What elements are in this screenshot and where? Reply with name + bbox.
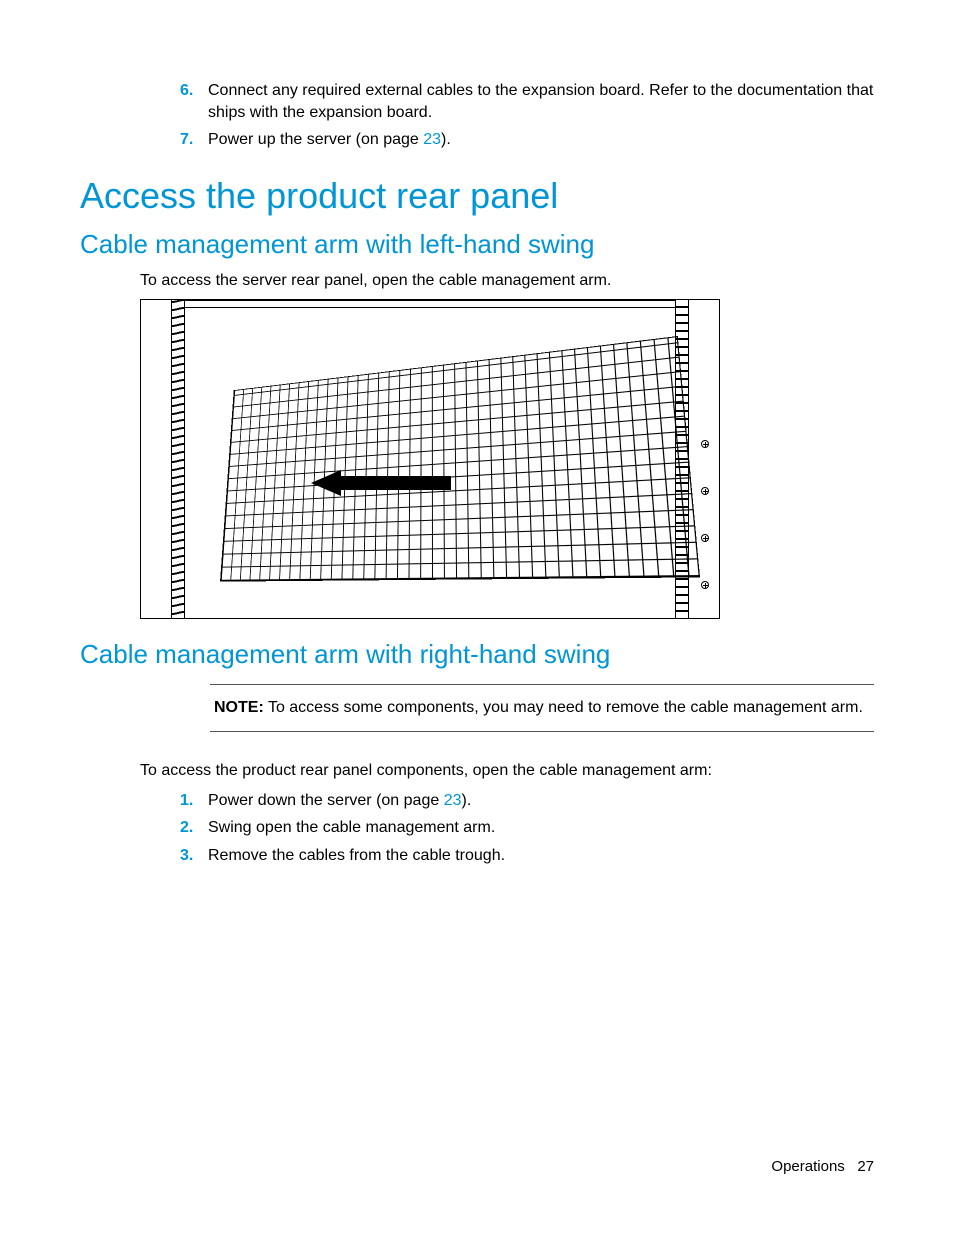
figure-cable-management-arm: [140, 299, 720, 619]
step-number: 1.: [180, 790, 208, 812]
list-item: 3. Remove the cables from the cable trou…: [180, 845, 874, 867]
note-text: To access some components, you may need …: [268, 699, 863, 716]
step-number: 2.: [180, 817, 208, 839]
step-text: Remove the cables from the cable trough.: [208, 845, 874, 867]
body-text-left-swing: To access the server rear panel, open th…: [140, 270, 874, 292]
step-text: Connect any required external cables to …: [208, 80, 874, 123]
heading-right-hand-swing: Cable management arm with right-hand swi…: [80, 639, 874, 670]
note-label: NOTE:: [214, 699, 264, 716]
step-text: Swing open the cable management arm.: [208, 817, 874, 839]
continued-step-list: 6. Connect any required external cables …: [180, 80, 874, 151]
heading-left-hand-swing: Cable management arm with left-hand swin…: [80, 229, 874, 260]
page-link[interactable]: 23: [444, 792, 462, 809]
list-item: 2. Swing open the cable management arm.: [180, 817, 874, 839]
footer-section: Operations: [771, 1158, 844, 1175]
step-number: 3.: [180, 845, 208, 867]
step-text: Power up the server (on page 23).: [208, 129, 874, 151]
list-item: 7. Power up the server (on page 23).: [180, 129, 874, 151]
note-block: NOTE: To access some components, you may…: [210, 684, 874, 732]
step-list-right-swing: 1. Power down the server (on page 23). 2…: [180, 790, 874, 867]
footer-page-number: 27: [857, 1158, 874, 1175]
step-text: Power down the server (on page 23).: [208, 790, 874, 812]
heading-access-rear-panel: Access the product rear panel: [80, 175, 874, 217]
list-item: 1. Power down the server (on page 23).: [180, 790, 874, 812]
step-number: 7.: [180, 129, 208, 151]
arrow-icon: [311, 470, 451, 496]
step-number: 6.: [180, 80, 208, 123]
body-text-right-swing: To access the product rear panel compone…: [140, 760, 874, 782]
page-link[interactable]: 23: [423, 131, 441, 148]
page-footer: Operations 27: [771, 1158, 874, 1175]
list-item: 6. Connect any required external cables …: [180, 80, 874, 123]
